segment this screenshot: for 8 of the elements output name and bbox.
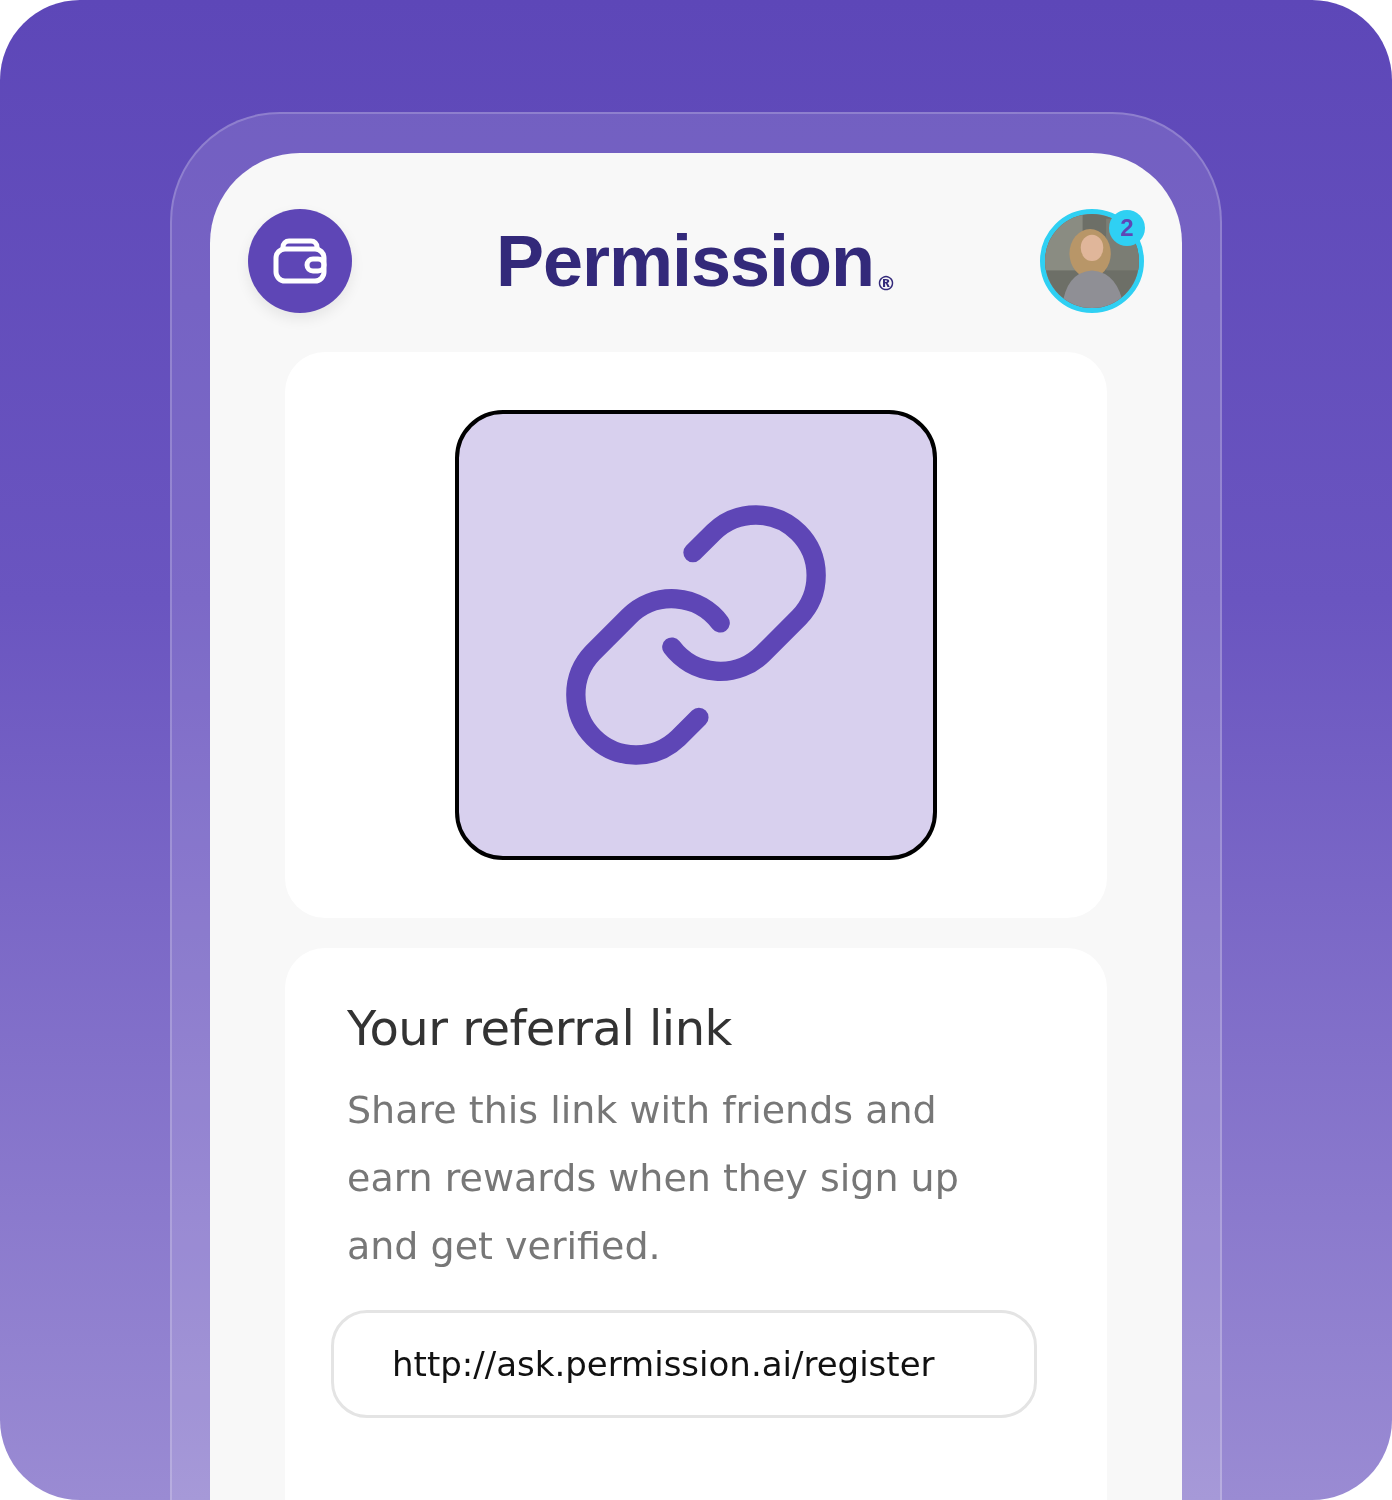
- avatar-button[interactable]: 2: [1040, 209, 1144, 313]
- referral-description: Share this link with friends and earn rewards when they sign up and get verified.: [347, 1087, 960, 1270]
- registered-mark: ®: [876, 273, 897, 293]
- referral-link-field[interactable]: http://ask.permission.ai/register: [331, 1310, 1037, 1418]
- app-logo: Permission: [495, 225, 875, 297]
- wallet-icon: [273, 238, 327, 284]
- referral-title: Your referral link: [347, 1000, 733, 1056]
- notification-badge: 2: [1109, 210, 1145, 246]
